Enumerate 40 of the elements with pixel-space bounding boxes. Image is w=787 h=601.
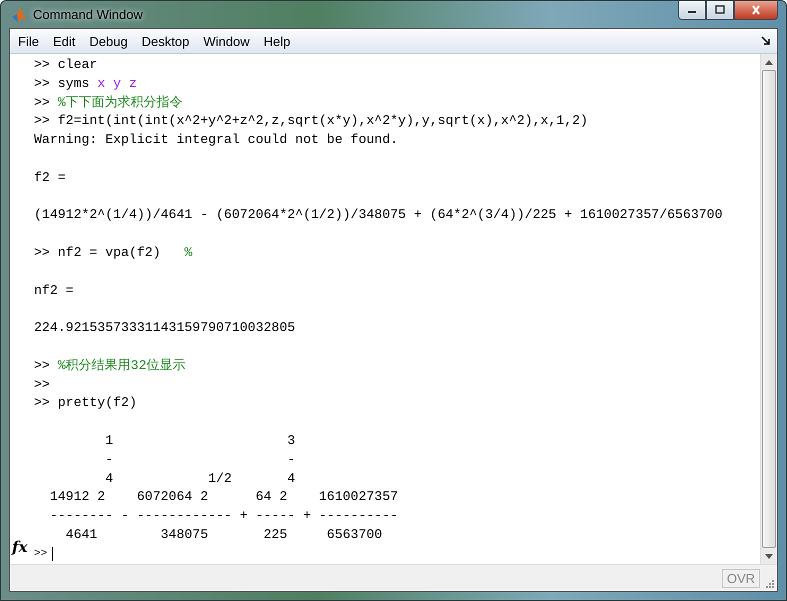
maximize-icon [714,5,726,15]
scrollbar-thumb[interactable] [762,70,776,548]
console-line: 4 1/2 4 [104,470,296,488]
menu-item[interactable]: Desktop [142,34,190,48]
overwrite-indicator: OVR [722,568,760,588]
console-line: - - [104,450,296,469]
input-prompt: >> [34,546,48,562]
menu-item[interactable]: Window [203,34,250,48]
console-line: 14912 2 6072064 2 64 2 1610027357 [48,488,400,506]
console-line: Warning: Explicit integral could not be found. [34,131,400,150]
console-line: f2 = [34,168,67,187]
function-browser-button[interactable]: fx [12,538,30,556]
menu-item[interactable]: Help [264,34,290,48]
menu-item[interactable]: File [18,34,39,48]
console-line: >> clear [34,56,98,74]
undock-arrow-icon[interactable] [761,36,771,46]
console-line: >> %积分结果用32位显示 [34,356,186,375]
console-line: >> syms x y z [34,74,138,93]
close-button[interactable] [734,1,778,20]
console-line: >> [34,376,51,394]
window-title: Command Window [33,7,143,22]
text-cursor [52,547,54,562]
console-line: 4641 348075 225 6563700 [64,526,384,544]
console-line: 224.92153573331143159790710032805 [34,319,296,338]
console-line: >> f2=int(int(int(x^2+y^2+z^2,z,sqrt(x*y),x^2*y),y,sqrt(x),x^2),x,1,2) [34,112,589,130]
console-line: -------- - ------------ + ----- + ---------- [48,507,400,526]
console-line: 1 3 [104,432,296,450]
minimize-button[interactable] [678,1,706,20]
console-line: >> %下下面为求积分指令 [34,94,184,112]
menu-item[interactable]: Debug [89,34,128,48]
app-icon [11,6,27,22]
console-line: (14912*2^(1/4))/4641 - (6072064*2^(1/2))/348075 + (64*2^(3/4))/225 + 1610027357/6563700 [34,206,724,224]
maximize-button[interactable] [706,1,734,20]
console-line: >> pretty(f2) [34,394,138,412]
console-line: nf2 = [34,282,75,300]
close-icon [750,5,762,15]
resize-grip-icon[interactable] [764,578,774,588]
console-line: >> nf2 = vpa(f2) % [34,244,194,262]
menu-item[interactable]: Edit [52,34,76,48]
vertical-scrollbar[interactable] [760,54,777,564]
